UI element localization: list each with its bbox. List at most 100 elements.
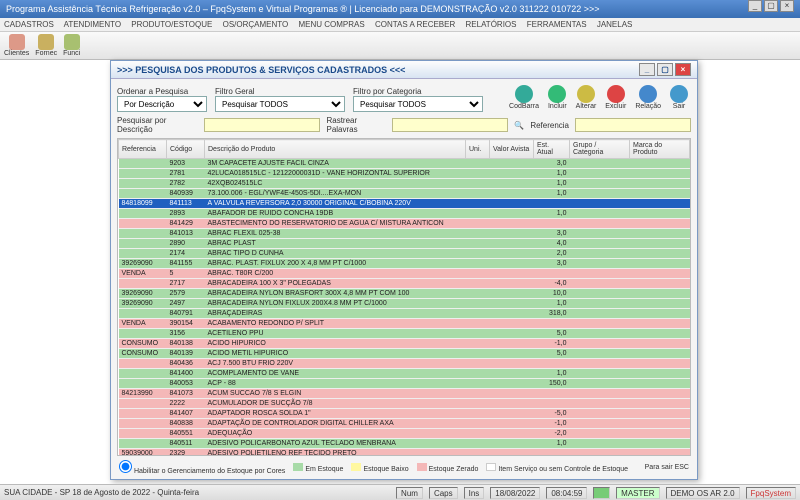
filtro-cat-label: Filtro por Categoria bbox=[353, 87, 483, 96]
close-button[interactable]: × bbox=[780, 0, 794, 12]
table-row[interactable]: 392690902579ABRACADEIRA NYLON BRASFORT 3… bbox=[119, 289, 690, 299]
dlg-btn-codbarra[interactable]: CodBarra bbox=[506, 83, 542, 112]
table-row[interactable]: 840838ADAPTAÇÃO DE CONTROLADOR DIGITAL C… bbox=[119, 419, 690, 429]
dlg-btn-excluir[interactable]: Excluir bbox=[602, 83, 629, 112]
ordenar-group: Ordenar a Pesquisa Por Descrição bbox=[117, 87, 207, 112]
table-row[interactable]: 840791ABRAÇADEIRAS318,0 bbox=[119, 309, 690, 319]
table-row[interactable]: 2893ABAFADOR DE RUIDO CONCHA 19DB1,0 bbox=[119, 209, 690, 219]
excluir-icon bbox=[607, 85, 625, 103]
table-row[interactable]: 84818099841113A VALVULA REVERSORA 2,0 30… bbox=[119, 199, 690, 209]
col-header[interactable]: Valor Avista bbox=[490, 140, 534, 159]
status-time: 08:04:59 bbox=[546, 487, 587, 499]
dlg-btn-relação[interactable]: Relação bbox=[632, 83, 664, 112]
filtro-geral-select[interactable]: Pesquisar TODOS bbox=[215, 96, 345, 112]
table-row[interactable]: 92033M CAPACETE AJUSTE FACIL CINZA3,0 bbox=[119, 159, 690, 169]
table-row[interactable]: 84093973.100.006 - EGL/YWF4E-450S-5DI...… bbox=[119, 189, 690, 199]
col-header[interactable]: Grupo / Categoria bbox=[570, 140, 630, 159]
dialog-close-button[interactable]: × bbox=[675, 63, 691, 76]
minimize-button[interactable]: _ bbox=[748, 0, 762, 12]
search-icon[interactable]: 🔍 bbox=[514, 121, 524, 130]
table-row[interactable]: 841013ABRAC FLEXIL 025-383,0 bbox=[119, 229, 690, 239]
dialog-title: >>> PESQUISA DOS PRODUTOS & SERVIÇOS CAD… bbox=[117, 61, 405, 79]
table-row[interactable]: VENDA390154ACABAMENTO REDONDO P/ SPLIT bbox=[119, 319, 690, 329]
table-row[interactable]: CONSUMO840139ACIDO METIL HIPURICO5,0 bbox=[119, 349, 690, 359]
table-row[interactable]: 841407ADAPTADOR ROSCA SOLDA 1"-5,0 bbox=[119, 409, 690, 419]
menu-item[interactable]: CADASTROS bbox=[4, 20, 54, 29]
legend-estoque-baixo: Estoque Baixo bbox=[363, 466, 408, 473]
col-header[interactable]: Est. Atual bbox=[534, 140, 570, 159]
filtro-cat-select[interactable]: Pesquisar TODOS bbox=[353, 96, 483, 112]
table-row[interactable]: 840551ADEQUAÇÃO-2,0 bbox=[119, 429, 690, 439]
window-buttons: _ ▢ × bbox=[748, 0, 794, 18]
toolbar-clientes[interactable]: Clientes bbox=[4, 34, 29, 57]
table-row[interactable]: 2717ABRACADEIRA 100 X 3" POLEGADAS-4,0 bbox=[119, 279, 690, 289]
referencia-input[interactable] bbox=[575, 118, 691, 132]
table-row[interactable]: 84213990841073ACUM SUCCAO 7/8 S ELGIN bbox=[119, 389, 690, 399]
relação-icon bbox=[639, 85, 657, 103]
app-titlebar: Programa Assistência Técnica Refrigeraçã… bbox=[0, 0, 800, 18]
table-row[interactable]: 2222ACUMULADOR DE SUCÇÃO 7/8 bbox=[119, 399, 690, 409]
rastrear-label: Rastrear Palavras bbox=[326, 116, 386, 134]
main-toolbar: Clientes Fornec Funci bbox=[0, 32, 800, 60]
table-row[interactable]: 2890ABRAC PLAST4,0 bbox=[119, 239, 690, 249]
dlg-btn-alterar[interactable]: Alterar bbox=[573, 83, 600, 112]
table-row[interactable]: 841429ABASTECIMENTO DO RESERVATORIO DE A… bbox=[119, 219, 690, 229]
main-menubar: CADASTROS ATENDIMENTO PRODUTO/ESTOQUE OS… bbox=[0, 18, 800, 32]
menu-item[interactable]: OS/ORÇAMENTO bbox=[223, 20, 289, 29]
table-row[interactable]: VENDA5ABRAC. T80R C/200 bbox=[119, 269, 690, 279]
sair-icon bbox=[670, 85, 688, 103]
col-header[interactable]: Código bbox=[167, 140, 205, 159]
col-header[interactable]: Referencia bbox=[119, 140, 167, 159]
table-row[interactable]: 840436ACJ 7.500 BTU FRIO 220V bbox=[119, 359, 690, 369]
table-row[interactable]: 39269090841155ABRAC. PLAST. FIXLUX 200 X… bbox=[119, 259, 690, 269]
table-row[interactable]: 278242XQB024515LC1,0 bbox=[119, 179, 690, 189]
fornec-icon bbox=[38, 34, 54, 50]
col-header[interactable]: Descrição do Produto bbox=[205, 140, 466, 159]
menu-item[interactable]: FERRAMENTAS bbox=[527, 20, 587, 29]
filtro-geral-group: Filtro Geral Pesquisar TODOS bbox=[215, 87, 345, 112]
status-num: Num bbox=[396, 487, 423, 499]
table-row[interactable]: 841400ACOMPLAMENTO DE VANE1,0 bbox=[119, 369, 690, 379]
col-header[interactable]: Marca do Produto bbox=[630, 140, 690, 159]
status-brand: FpqSystem bbox=[746, 487, 796, 499]
legend-radio[interactable]: Habilitar o Gerenciamento do Estoque por… bbox=[119, 460, 285, 475]
menu-item[interactable]: MENU COMPRAS bbox=[298, 20, 364, 29]
dlg-btn-incluir[interactable]: Incluir bbox=[545, 83, 570, 112]
table-row[interactable]: 278142LUCA018515LC - 12122000031D - VANE… bbox=[119, 169, 690, 179]
table-row[interactable]: 2174ABRAC TIPO D CUNHA2,0 bbox=[119, 249, 690, 259]
table-row[interactable]: 840053ACP - 88150,0 bbox=[119, 379, 690, 389]
menu-item[interactable]: JANELAS bbox=[597, 20, 633, 29]
rastrear-input[interactable] bbox=[392, 118, 508, 132]
ordenar-label: Ordenar a Pesquisa bbox=[117, 87, 207, 96]
funci-icon bbox=[64, 34, 80, 50]
product-grid[interactable]: ReferenciaCódigoDescrição do ProdutoUni.… bbox=[117, 138, 691, 456]
status-ins: Ins bbox=[464, 487, 485, 499]
menu-item[interactable]: ATENDIMENTO bbox=[64, 20, 121, 29]
dialog-max-button[interactable]: ▢ bbox=[657, 63, 673, 76]
table-row[interactable]: 840511ADESIVO POLICARBONATO AZUL TECLADO… bbox=[119, 439, 690, 449]
toolbar-funci[interactable]: Funci bbox=[63, 34, 80, 57]
ordenar-select[interactable]: Por Descrição bbox=[117, 96, 207, 112]
maximize-button[interactable]: ▢ bbox=[764, 0, 778, 12]
codbarra-icon bbox=[515, 85, 533, 103]
status-master: MASTER bbox=[616, 487, 659, 499]
status-date: 18/08/2022 bbox=[490, 487, 540, 499]
menu-item[interactable]: CONTAS A RECEBER bbox=[375, 20, 455, 29]
dialog-min-button[interactable]: _ bbox=[639, 63, 655, 76]
menu-item[interactable]: RELATÓRIOS bbox=[466, 20, 517, 29]
pesq-desc-label: Pesquisar por Descrição bbox=[117, 116, 198, 134]
table-row[interactable]: 590390002329ADESIVO POLIETILENO REF TECI… bbox=[119, 449, 690, 457]
table-row[interactable]: 3156ACETILENO PPU5,0 bbox=[119, 329, 690, 339]
status-date-city: SUA CIDADE - SP 18 de Agosto de 2022 - Q… bbox=[4, 488, 199, 497]
legend-estoque-zerado: Estoque Zerado bbox=[429, 466, 479, 473]
dialog-titlebar: >>> PESQUISA DOS PRODUTOS & SERVIÇOS CAD… bbox=[111, 61, 697, 79]
status-indicator bbox=[593, 487, 610, 499]
pesq-desc-input[interactable] bbox=[204, 118, 320, 132]
dialog-filter-row: Ordenar a Pesquisa Por Descrição Filtro … bbox=[111, 79, 697, 114]
col-header[interactable]: Uni. bbox=[466, 140, 490, 159]
dlg-btn-sair[interactable]: Sair bbox=[667, 83, 691, 112]
table-row[interactable]: CONSUMO840138ACIDO HIPURICO-1,0 bbox=[119, 339, 690, 349]
menu-item[interactable]: PRODUTO/ESTOQUE bbox=[131, 20, 212, 29]
toolbar-fornec[interactable]: Fornec bbox=[35, 34, 57, 57]
table-row[interactable]: 392690902497ABRACADEIRA NYLON FIXLUX 200… bbox=[119, 299, 690, 309]
